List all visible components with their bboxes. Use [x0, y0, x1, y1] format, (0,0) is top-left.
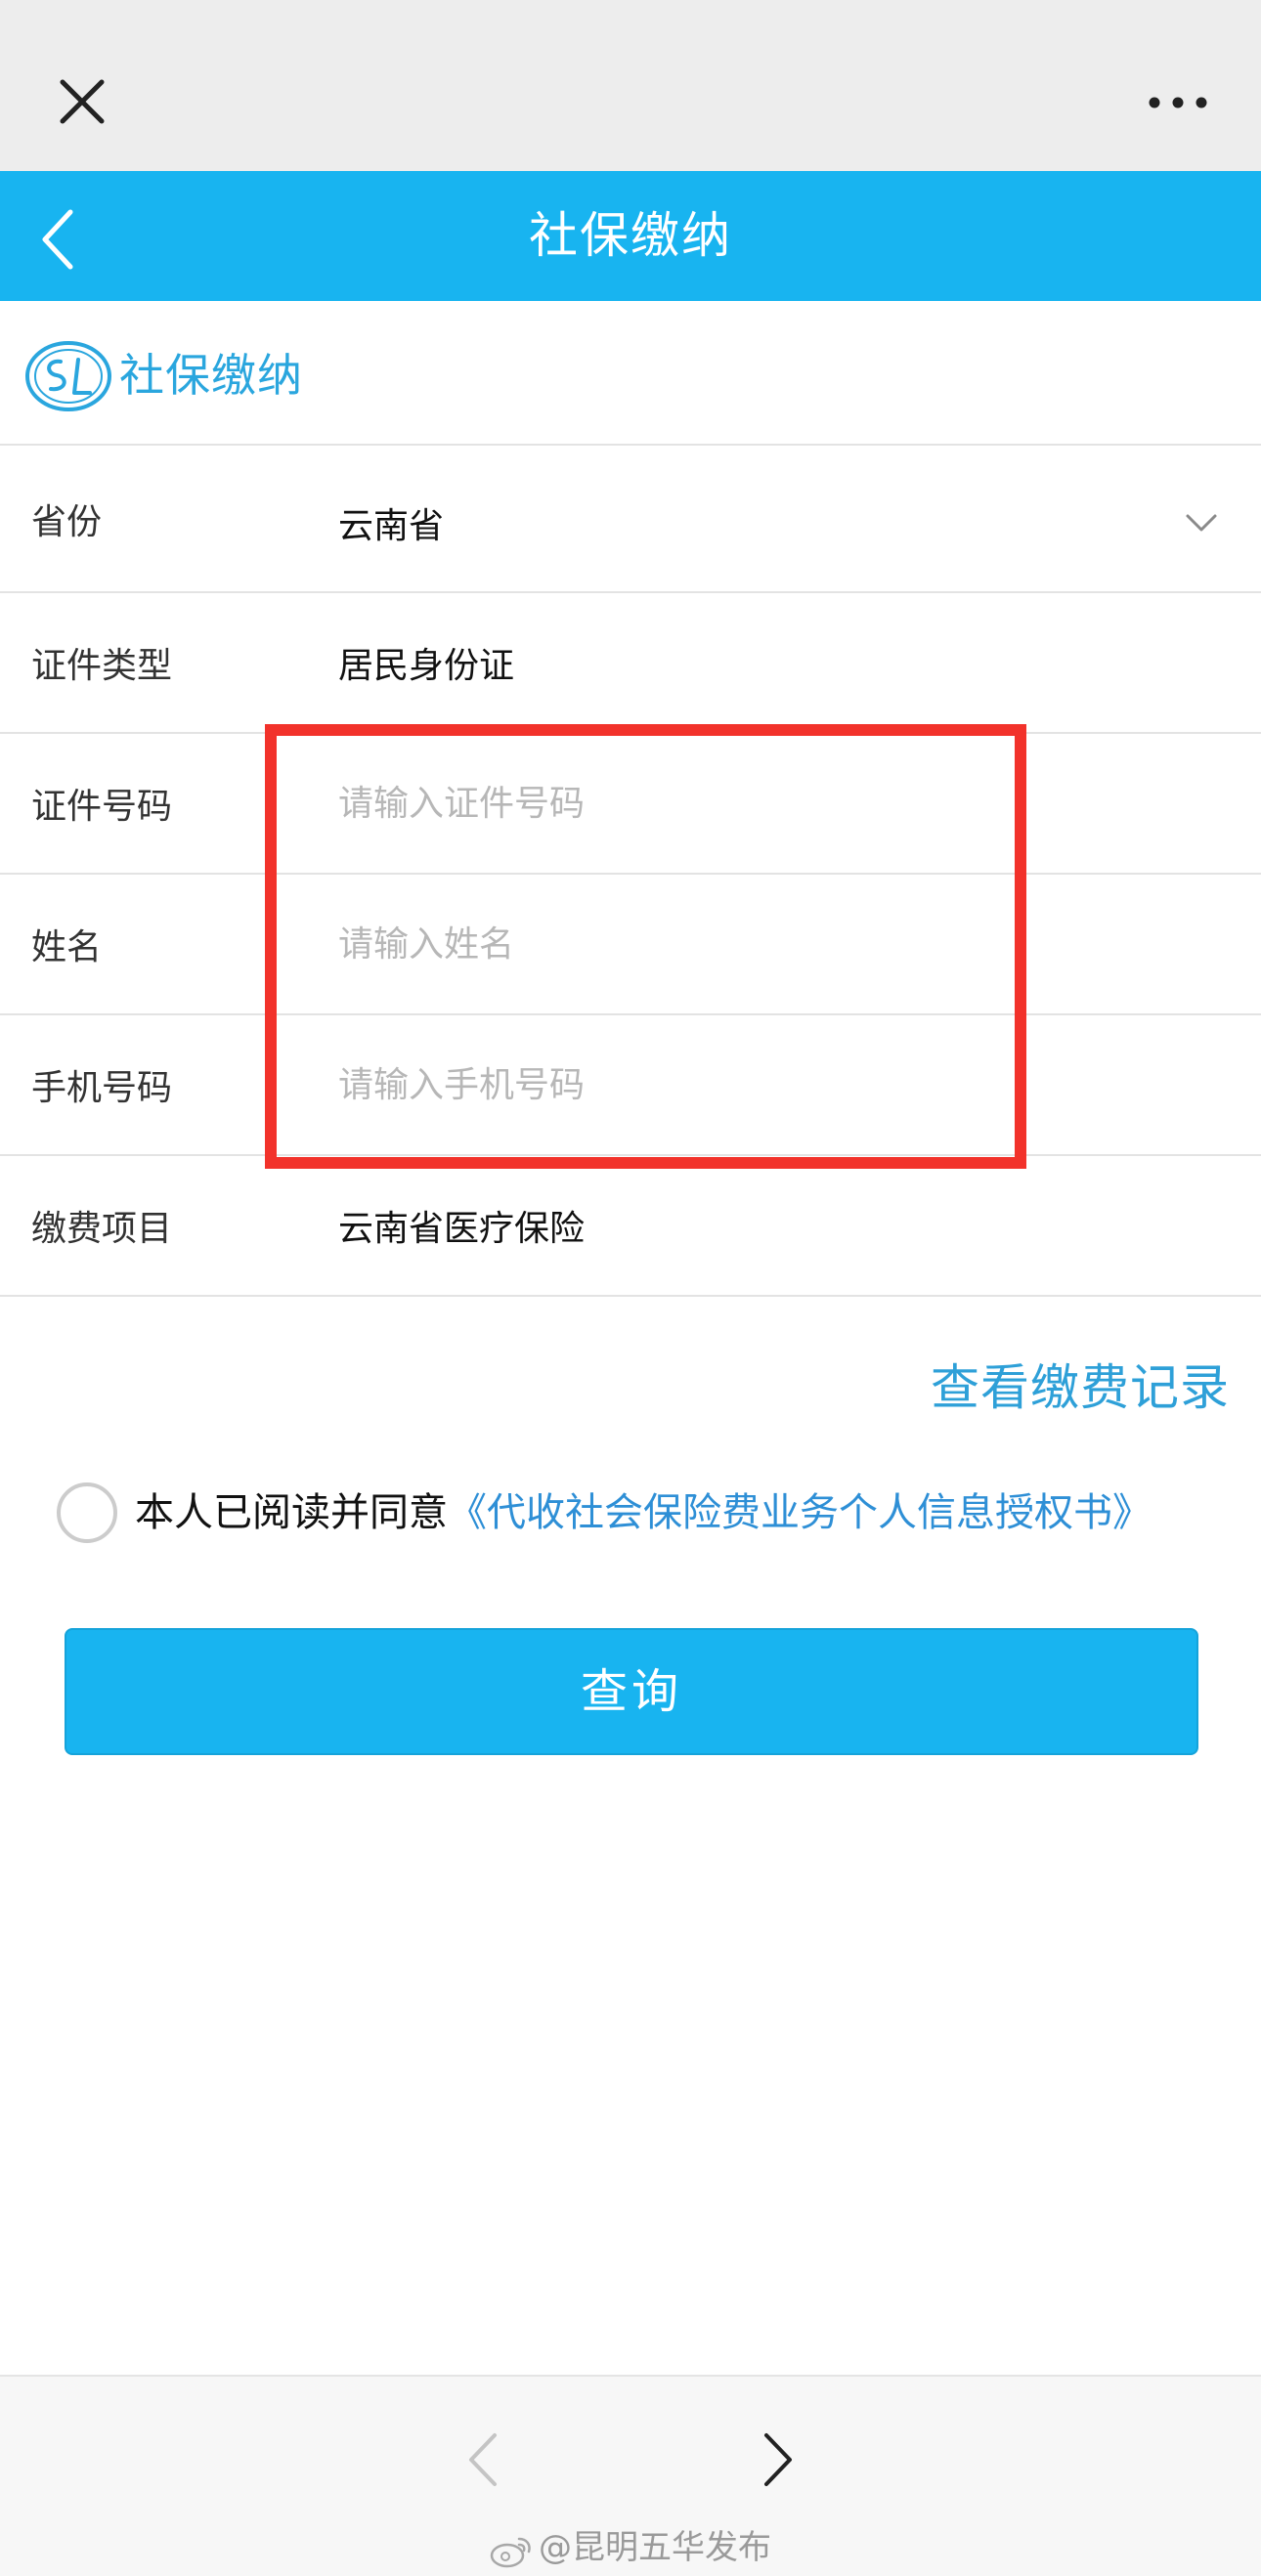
payment-item-row: 缴费项目 云南省医疗保险 — [0, 1156, 1261, 1297]
id-type-row: 证件类型 居民身份证 — [0, 593, 1261, 734]
province-label: 省份 — [31, 501, 103, 542]
name-label: 姓名 — [31, 927, 103, 967]
brand-row: 社保缴纳 — [0, 301, 1261, 446]
agreement-text: 本人已阅读并同意《代收社会保险费业务个人信息授权书》 — [135, 1476, 1152, 1550]
more-dots-icon[interactable] — [1139, 83, 1217, 122]
id-number-input[interactable] — [338, 734, 1003, 873]
name-input[interactable] — [338, 875, 1003, 1013]
view-records-link[interactable]: 查看缴费记录 — [931, 1353, 1230, 1422]
province-value[interactable]: 云南省 — [338, 446, 444, 591]
chevron-left-icon[interactable] — [459, 2426, 508, 2494]
page-title: 社保缴纳 — [529, 207, 732, 264]
id-number-label: 证件号码 — [31, 787, 173, 827]
agreement-link[interactable]: 《代收社会保险费业务个人信息授权书》 — [448, 1490, 1152, 1535]
chevron-down-icon[interactable] — [1185, 513, 1218, 533]
weibo-icon — [490, 2533, 533, 2567]
payment-item-label: 缴费项目 — [31, 1209, 173, 1249]
close-icon[interactable] — [49, 68, 115, 135]
phone-label: 手机号码 — [31, 1068, 173, 1108]
name-row: 姓名 — [0, 875, 1261, 1015]
app-header: 社保缴纳 — [0, 171, 1261, 301]
id-type-value: 居民身份证 — [338, 646, 515, 686]
chevron-right-icon[interactable] — [753, 2426, 802, 2494]
bottom-nav-bar: @昆明五华发布 — [0, 2375, 1261, 2576]
chevron-left-icon[interactable] — [29, 200, 88, 279]
phone-row: 手机号码 — [0, 1015, 1261, 1156]
agreement-radio[interactable] — [57, 1482, 117, 1543]
id-type-label: 证件类型 — [31, 646, 173, 686]
webview-top-bar — [0, 0, 1261, 171]
agreement-prefix: 本人已阅读并同意 — [135, 1490, 448, 1535]
id-number-row: 证件号码 — [0, 734, 1261, 875]
province-row[interactable]: 省份 云南省 — [0, 446, 1261, 593]
query-button[interactable]: 查询 — [65, 1628, 1198, 1755]
page: 社保缴纳 社保缴纳 省份 云南省 证件类型 居民身份证 证件号码 请输入证件号码… — [0, 0, 1261, 2576]
si-logo-icon — [23, 336, 117, 414]
phone-input[interactable] — [338, 1015, 1003, 1154]
payment-item-value: 云南省医疗保险 — [338, 1209, 586, 1249]
watermark: @昆明五华发布 — [0, 2523, 1261, 2572]
brand-text: 社保缴纳 — [119, 349, 303, 402]
watermark-text: @昆明五华发布 — [539, 2528, 771, 2567]
